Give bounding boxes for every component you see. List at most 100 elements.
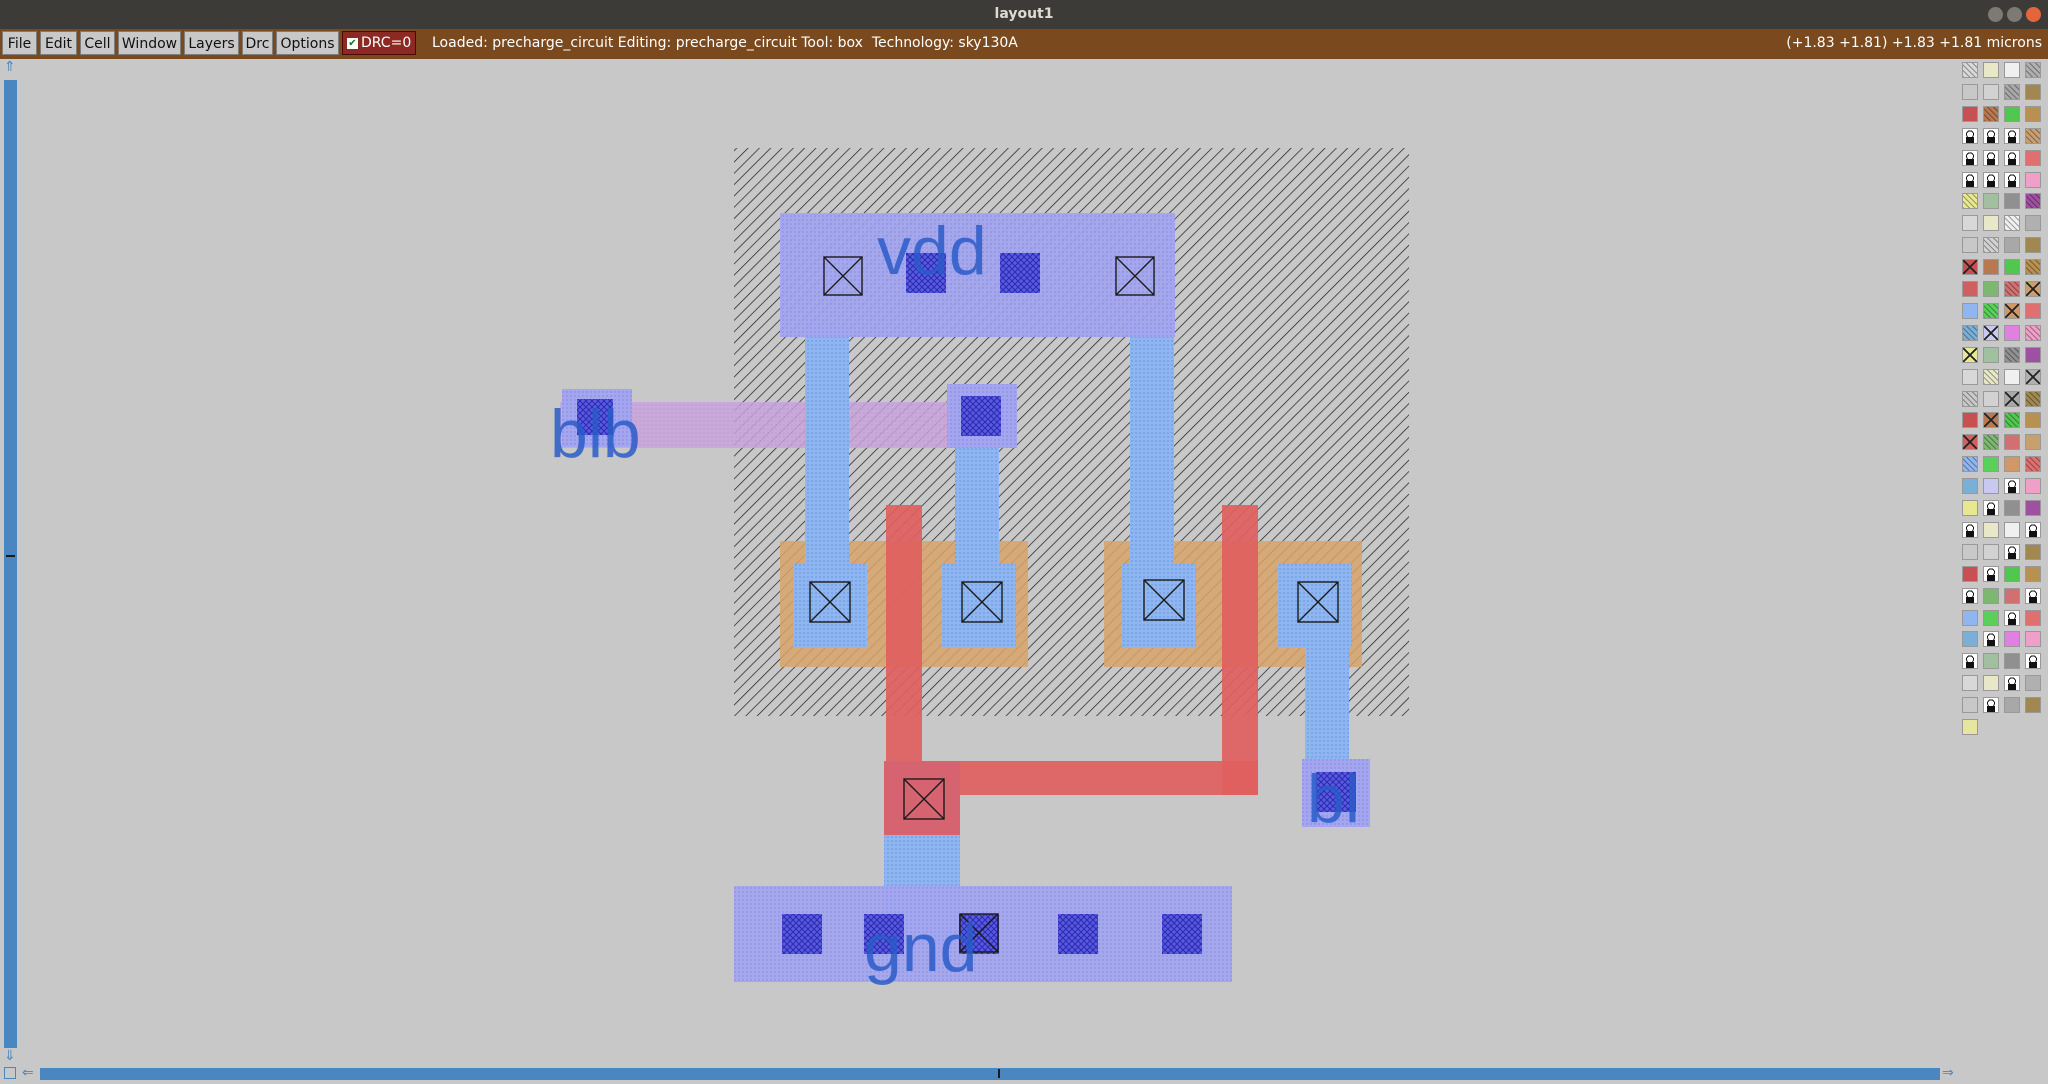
layer-swatch[interactable] [2004, 62, 2020, 78]
layer-swatch[interactable] [1962, 500, 1978, 516]
layer-swatch[interactable] [2025, 456, 2041, 473]
lock-icon[interactable] [2025, 521, 2041, 538]
layer-swatch[interactable] [1983, 259, 1999, 276]
lock-icon[interactable] [2025, 653, 2041, 670]
layer-swatch[interactable] [1962, 543, 1978, 560]
layer-swatch[interactable] [1983, 587, 1999, 604]
layer-swatch[interactable] [2025, 434, 2041, 451]
minimize-button[interactable] [1988, 7, 2003, 22]
layer-swatch[interactable] [1983, 281, 1999, 297]
zoom-box-icon[interactable] [4, 1067, 16, 1079]
menu-drc[interactable]: Drc [242, 31, 273, 55]
layer-swatch[interactable] [1962, 609, 1978, 626]
lock-icon[interactable] [1962, 587, 1978, 604]
layer-swatch[interactable] [1983, 368, 1999, 385]
lock-icon[interactable] [2004, 171, 2020, 188]
lock-icon[interactable] [1983, 127, 1999, 144]
layer-swatch[interactable] [2025, 543, 2041, 560]
layer-swatch[interactable] [2025, 105, 2041, 122]
menu-layers[interactable]: Layers [184, 31, 239, 55]
layer-swatch[interactable] [2004, 500, 2020, 516]
layer-swatch[interactable] [2025, 565, 2041, 582]
layer-swatch[interactable] [1983, 83, 1999, 100]
layer-swatch[interactable] [1983, 390, 1999, 407]
menu-file[interactable]: File [2, 31, 37, 55]
layer-swatch[interactable] [2004, 105, 2020, 122]
layer-swatch[interactable] [2025, 346, 2041, 363]
close-button[interactable] [2026, 7, 2041, 22]
layer-swatch[interactable] [1962, 390, 1978, 407]
layer-swatch[interactable] [2025, 193, 2041, 210]
lock-icon[interactable] [1962, 149, 1978, 166]
scroll-up-icon[interactable]: ⇑ [4, 59, 16, 75]
layer-swatch[interactable] [1983, 215, 1999, 232]
contact-cross-icon[interactable] [1983, 412, 1999, 429]
layer-swatch[interactable] [1983, 456, 1999, 473]
layer-swatch[interactable] [2025, 390, 2041, 407]
contact-cross-icon[interactable] [1962, 346, 1978, 363]
contact-cross-icon[interactable] [2004, 390, 2020, 407]
layer-swatch[interactable] [1983, 434, 1999, 451]
lock-icon[interactable] [1983, 697, 1999, 714]
layer-swatch[interactable] [2025, 609, 2041, 626]
horizontal-scrollbar[interactable]: ⇐ ⇒ [0, 1064, 1958, 1084]
layer-swatch[interactable] [2004, 697, 2020, 714]
layer-swatch[interactable] [1962, 675, 1978, 692]
layer-swatch[interactable] [2025, 500, 2041, 516]
layer-swatch[interactable] [2025, 302, 2041, 319]
layer-swatch[interactable] [2004, 653, 2020, 670]
layer-swatch[interactable] [1962, 412, 1978, 429]
layer-swatch[interactable] [2025, 324, 2041, 341]
lock-icon[interactable] [1983, 631, 1999, 648]
layer-swatch[interactable] [1983, 193, 1999, 210]
scroll-right-icon[interactable]: ⇒ [1942, 1065, 1954, 1081]
layer-swatch[interactable] [2025, 237, 2041, 254]
layer-swatch[interactable] [1983, 105, 1999, 122]
layer-swatch[interactable] [2004, 193, 2020, 210]
menu-cell[interactable]: Cell [80, 31, 115, 55]
layer-swatch[interactable] [2004, 587, 2020, 604]
layer-swatch[interactable] [1962, 324, 1978, 341]
layer-swatch[interactable] [2025, 171, 2041, 188]
lock-icon[interactable] [1962, 521, 1978, 538]
layer-swatch[interactable] [1983, 543, 1999, 560]
layer-swatch[interactable] [1962, 83, 1978, 100]
scroll-down-icon[interactable]: ⇓ [4, 1048, 16, 1064]
layer-swatch[interactable] [1962, 478, 1978, 495]
layer-swatch[interactable] [1983, 675, 1999, 692]
maximize-button[interactable] [2007, 7, 2022, 22]
layer-swatch[interactable] [2025, 697, 2041, 714]
layer-swatch[interactable] [2025, 149, 2041, 166]
vertical-scroll-thumb[interactable] [4, 80, 17, 1048]
horizontal-scroll-thumb[interactable] [40, 1068, 1940, 1080]
contact-cross-icon[interactable] [1983, 324, 1999, 341]
lock-icon[interactable] [2004, 543, 2020, 560]
layer-swatch[interactable] [1983, 346, 1999, 363]
layer-swatch[interactable] [1983, 302, 1999, 319]
lock-icon[interactable] [2004, 127, 2020, 144]
drc-count-button[interactable]: ✔ DRC=0 [342, 31, 416, 55]
layer-swatch[interactable] [1983, 653, 1999, 670]
layer-swatch[interactable] [2025, 83, 2041, 100]
layer-swatch[interactable] [2004, 237, 2020, 254]
layer-swatch[interactable] [1983, 521, 1999, 538]
contact-cross-icon[interactable] [2025, 281, 2041, 297]
lock-icon[interactable] [2004, 609, 2020, 626]
layer-swatch[interactable] [2004, 456, 2020, 473]
contact-cross-icon[interactable] [2025, 368, 2041, 385]
layer-swatch[interactable] [1962, 631, 1978, 648]
lock-icon[interactable] [2004, 149, 2020, 166]
layer-swatch[interactable] [2025, 62, 2041, 78]
layer-swatch[interactable] [1983, 609, 1999, 626]
layer-swatch[interactable] [1962, 105, 1978, 122]
menu-edit[interactable]: Edit [40, 31, 77, 55]
lock-icon[interactable] [2004, 675, 2020, 692]
layer-swatch[interactable] [2004, 83, 2020, 100]
contact-cross-icon[interactable] [2004, 302, 2020, 319]
layer-swatch[interactable] [2004, 565, 2020, 582]
layer-swatch[interactable] [1962, 281, 1978, 297]
layout-canvas[interactable]: vdd blb bl gnd [22, 59, 1958, 1064]
lock-icon[interactable] [2004, 478, 2020, 495]
layer-swatch[interactable] [2004, 324, 2020, 341]
lock-icon[interactable] [1983, 149, 1999, 166]
